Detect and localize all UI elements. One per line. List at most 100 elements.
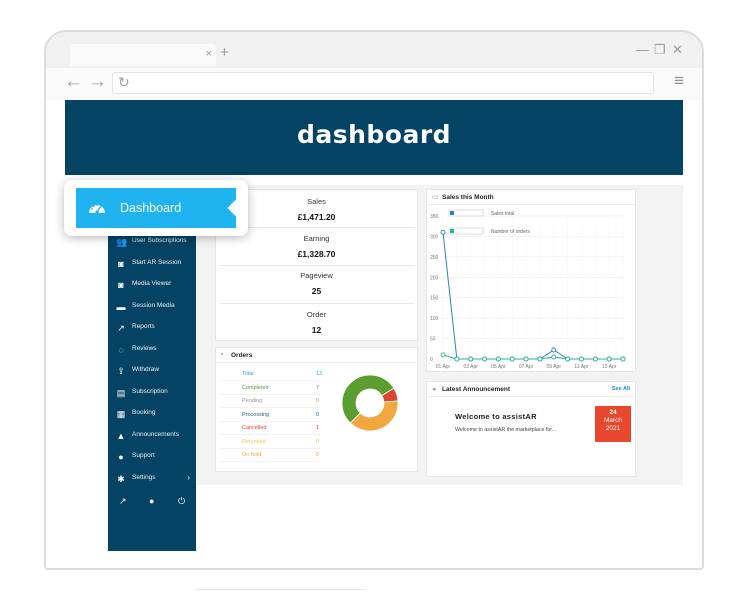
user-icon[interactable]: ●: [149, 496, 154, 506]
card-header: ▪ Orders: [216, 348, 417, 363]
legend-color: [450, 211, 454, 215]
data-point[interactable]: [468, 356, 474, 362]
order-status-label: Cancelled: [242, 425, 267, 431]
browser-toolbar: × + — ❐ ✕ ← → ↻ ≡: [46, 32, 702, 100]
date-month: March: [603, 417, 623, 424]
see-all-link[interactable]: See All: [612, 386, 630, 392]
calendar-icon: ▦: [116, 409, 126, 419]
data-point[interactable]: [523, 356, 529, 362]
order-status-label: Total: [242, 371, 254, 377]
nav-dashboard-label: Dashboard: [120, 201, 182, 215]
data-point[interactable]: [551, 354, 557, 360]
data-point[interactable]: [440, 352, 446, 358]
order-status-row: On hold 5: [220, 449, 320, 462]
order-status-label: Completed: [242, 384, 269, 391]
legend-label: Sales total: [491, 211, 514, 217]
sidebar-item-settings[interactable]: ✱ Settings ›: [108, 470, 196, 490]
data-point[interactable]: [482, 356, 487, 362]
data-point[interactable]: [509, 356, 515, 362]
order-status-row: Completed 7: [220, 382, 320, 395]
series-line: [442, 232, 623, 360]
sidebar-item-label: Start AR Session: [132, 258, 182, 266]
sidebar-item-reports[interactable]: ↗ Reports: [108, 319, 196, 339]
speedometer-icon: [89, 204, 105, 214]
announcement-excerpt: Welcome to assistAR the marketplace for.…: [455, 427, 557, 433]
sidebar-item-label: Reports: [132, 323, 155, 330]
reload-icon[interactable]: ↻: [118, 74, 130, 91]
active-nav-highlight: Dashboard: [64, 180, 248, 236]
x-tick-label: 11 Apr: [574, 364, 588, 370]
minimize-icon[interactable]: —: [636, 42, 649, 57]
divider: [220, 303, 414, 304]
restore-icon[interactable]: ❐: [654, 42, 666, 58]
sidebar-item-label: Withdraw: [132, 366, 160, 373]
divider: [220, 265, 414, 266]
order-status-row: Total 13: [220, 368, 322, 381]
y-tick-label: 250: [430, 255, 439, 261]
data-point[interactable]: [495, 356, 501, 362]
donut-slice-on-hold: [349, 400, 399, 432]
back-arrow-icon[interactable]: ←: [64, 71, 83, 93]
sidebar-item-support[interactable]: ● Support: [108, 448, 196, 468]
stat-value: £1,328.70: [297, 249, 336, 259]
sidebar-item-subscription[interactable]: ▤ Subscription: [108, 384, 196, 404]
line-chart-icon: ↗: [117, 323, 125, 333]
upload-icon: ⇪: [117, 366, 125, 376]
data-point[interactable]: [620, 356, 626, 362]
url-bar[interactable]: [112, 72, 654, 94]
camera-icon: ◙: [118, 280, 124, 290]
page-title: dashboard: [296, 120, 452, 149]
order-status-label: Refunded: [242, 438, 266, 445]
order-status-row: Refunded 0: [220, 436, 320, 449]
announcement-title[interactable]: Welcome to assistAR: [455, 412, 537, 421]
bell-icon: ▲: [116, 430, 126, 441]
browser-menu-icon[interactable]: ≡: [674, 71, 684, 91]
camera-icon: ◙: [118, 258, 124, 269]
sidebar-item-reviews[interactable]: ◌ Reviews: [108, 341, 196, 361]
comment-icon: ◌: [118, 344, 124, 355]
sidebar-item-start-ar-session[interactable]: ◙ Start AR Session: [108, 255, 196, 275]
x-tick-label: 07 Apr: [519, 364, 534, 370]
data-point[interactable]: [537, 356, 543, 362]
stat-label: Pageview: [300, 271, 333, 280]
order-status-count: 7: [316, 384, 320, 391]
card-title: Sales this Month: [442, 194, 494, 201]
sidebar-item-booking[interactable]: ▦ Booking: [108, 405, 196, 425]
stat-order: Order 12: [216, 310, 417, 335]
legend-color: [450, 229, 454, 233]
sales-line-chart: 0 50 100 150 200 250 300 350 01 Apr 03 Apr 05 Apr 0…: [430, 209, 626, 370]
page-header: dashboard: [65, 100, 683, 175]
new-tab-icon[interactable]: +: [220, 44, 229, 61]
close-window-icon[interactable]: ✕: [672, 42, 683, 58]
tab-close-icon[interactable]: ×: [206, 48, 212, 60]
power-icon[interactable]: ⏻: [178, 496, 185, 507]
sidebar-item-label: Session Media: [132, 301, 175, 309]
sidebar-item-label: Announcements: [132, 430, 179, 438]
x-tick-label: 01 Apr: [436, 364, 451, 370]
data-point[interactable]: [440, 229, 446, 235]
data-point[interactable]: [606, 356, 612, 362]
sidebar-item-announcements[interactable]: ▲ Announcements: [108, 427, 196, 447]
data-point[interactable]: [579, 356, 584, 362]
y-tick-label: 50: [430, 337, 436, 343]
sidebar: 👥 User Subscriptions ◙ Start AR Session ◙ Med…: [108, 185, 196, 551]
data-point[interactable]: [592, 356, 598, 362]
legend-swatch: [448, 227, 484, 235]
forward-arrow-icon[interactable]: →: [88, 71, 107, 93]
data-point[interactable]: [551, 347, 557, 353]
sidebar-item-session-media[interactable]: ▬ Session Media: [108, 298, 196, 318]
data-point[interactable]: [454, 356, 460, 362]
data-point[interactable]: [565, 356, 571, 362]
book-icon: ▤: [116, 387, 126, 398]
nav-dashboard-button[interactable]: Dashboard: [76, 188, 245, 228]
external-link-icon[interactable]: ↗: [119, 496, 127, 507]
orders-donut-chart: [341, 374, 399, 432]
stat-pageview: Pageview 25: [216, 271, 417, 296]
sidebar-item-user-subscriptions[interactable]: 👥 User Subscriptions: [108, 233, 196, 253]
browser-tab[interactable]: ×: [70, 44, 216, 66]
stat-earning: Earning £1,328.70: [216, 234, 417, 259]
sidebar-item-media-viewer[interactable]: ◙ Media Viewer: [108, 276, 196, 296]
sidebar-item-label: Subscription: [132, 387, 168, 395]
sidebar-item-withdraw[interactable]: ⇪ Withdraw: [108, 362, 196, 382]
order-status-label: Processing: [242, 411, 270, 418]
